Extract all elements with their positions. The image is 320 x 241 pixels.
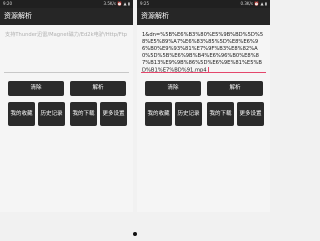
screen-left: 9:20 3.5K/s ⏰ ▲ ▮ 资源解析 支持Thunder迅雷/Magne… — [0, 0, 133, 212]
parse-button[interactable]: 解析 — [70, 81, 126, 96]
clear-button[interactable]: 清除 — [145, 81, 201, 96]
parse-button[interactable]: 解析 — [207, 81, 263, 96]
clear-button[interactable]: 清除 — [8, 81, 64, 96]
app-bar: 资源解析 — [137, 8, 270, 25]
favorites-button[interactable]: 我的收藏 — [145, 102, 172, 126]
input-underline — [141, 72, 266, 73]
more-settings-button[interactable]: 更多设置 — [100, 102, 127, 126]
history-button[interactable]: 历史记录 — [38, 102, 65, 126]
link-input-placeholder: 支持Thunder迅雷/Magnet磁力/Ed2k电驴/Http/Ftp — [5, 32, 128, 38]
app-bar: 资源解析 — [0, 8, 133, 25]
more-settings-button[interactable]: 更多设置 — [237, 102, 264, 126]
status-time: 9:25 — [140, 1, 149, 6]
status-indicators: 0.3K/s ⏰ ▲ ▮ — [240, 1, 268, 6]
page-indicator-dot-icon — [133, 232, 137, 236]
status-bar: 9:20 3.5K/s ⏰ ▲ ▮ — [0, 0, 133, 8]
status-indicators: 3.5K/s ⏰ ▲ ▮ — [103, 1, 131, 6]
page-title: 资源解析 — [141, 12, 169, 20]
status-time: 9:20 — [3, 1, 12, 6]
favorites-button[interactable]: 我的收藏 — [8, 102, 35, 126]
screen-right: 9:25 0.3K/s ⏰ ▲ ▮ 资源解析 1&dn=%5B%E6%B3%80… — [137, 0, 270, 212]
downloads-button[interactable]: 我的下载 — [70, 102, 97, 126]
page-title: 资源解析 — [4, 12, 32, 20]
link-input[interactable]: 支持Thunder迅雷/Magnet磁力/Ed2k电驴/Http/Ftp — [4, 30, 129, 72]
link-input[interactable]: 1&dn=%5B%E6%B3%80%E5%9B%BD%5D%58%E5%89%A… — [141, 30, 266, 74]
downloads-button[interactable]: 我的下载 — [207, 102, 234, 126]
link-input-value: 1&dn=%5B%E6%B3%80%E5%9B%BD%5D%58%E5%89%A… — [142, 32, 264, 74]
status-bar: 9:25 0.3K/s ⏰ ▲ ▮ — [137, 0, 270, 8]
history-button[interactable]: 历史记录 — [175, 102, 202, 126]
input-underline — [4, 72, 129, 73]
